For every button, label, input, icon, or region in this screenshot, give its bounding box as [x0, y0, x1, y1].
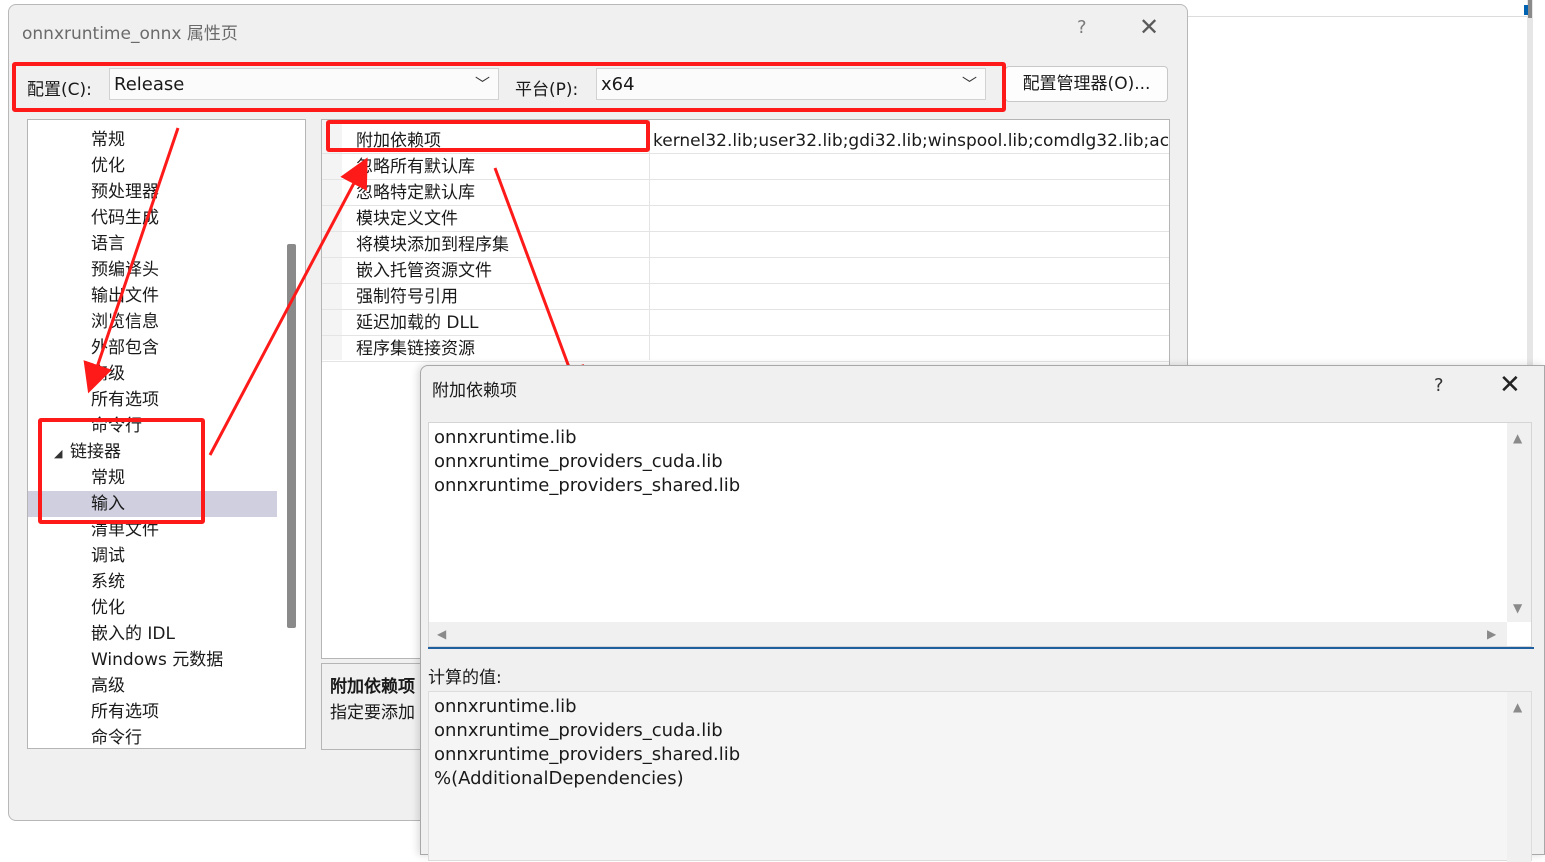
tree-scrollbar-thumb[interactable]: [287, 244, 296, 628]
tree-item[interactable]: 嵌入的 IDL: [91, 621, 175, 647]
property-name: 延迟加载的 DLL: [356, 313, 479, 333]
close-icon[interactable]: ✕: [1139, 13, 1159, 41]
property-name: 将模块添加到程序集: [356, 235, 509, 255]
tree-item-label: 高级: [91, 364, 125, 384]
tree-item-label: 系统: [91, 572, 125, 592]
tree-item[interactable]: Windows 元数据: [91, 647, 223, 673]
tree-item-label: 高级: [91, 676, 125, 696]
property-row[interactable]: 忽略所有默认库: [322, 154, 1169, 180]
scroll-right-icon[interactable]: ▶: [1487, 627, 1496, 641]
tree-item-label: 常规: [91, 130, 125, 150]
property-row[interactable]: 将模块添加到程序集: [322, 232, 1169, 258]
tree-item[interactable]: 调试: [91, 543, 125, 569]
text-line: onnxruntime.lib: [434, 696, 577, 717]
text-line: onnxruntime.lib: [434, 427, 577, 448]
tree-item-label: 输出文件: [91, 286, 159, 306]
tree-item[interactable]: 系统: [91, 569, 125, 595]
property-row[interactable]: 嵌入托管资源文件: [322, 258, 1169, 284]
additional-dependencies-dialog: 附加依赖项 ? ✕ onnxruntime.lib onnxruntime_pro…: [420, 365, 1545, 862]
tree-item[interactable]: 代码生成: [91, 205, 159, 231]
tree-item[interactable]: 预处理器: [91, 179, 159, 205]
annotation-box-additional-deps: [326, 120, 650, 152]
config-manager-button[interactable]: 配置管理器(O)...: [1005, 66, 1168, 102]
property-name: 程序集链接资源: [356, 339, 475, 359]
property-name: 模块定义文件: [356, 209, 458, 229]
tree-item[interactable]: 预编译头: [91, 257, 159, 283]
property-row[interactable]: 程序集链接资源: [322, 336, 1169, 362]
tree-item-label: 优化: [91, 156, 125, 176]
editor-horizontal-scrollbar[interactable]: ◀ ▶: [429, 622, 1507, 646]
property-row[interactable]: 模块定义文件: [322, 206, 1169, 232]
description-title: 附加依赖项: [330, 677, 415, 697]
property-name: 嵌入托管资源文件: [356, 261, 492, 281]
tree-item-label: 命令行: [91, 728, 142, 748]
computed-value-label: 计算的值:: [428, 668, 502, 688]
close-icon[interactable]: ✕: [1499, 370, 1521, 400]
scroll-up-icon[interactable]: ▲: [1513, 431, 1522, 445]
dependencies-lines: onnxruntime.lib onnxruntime_providers_cud…: [434, 426, 740, 498]
tree-item-label: Windows 元数据: [91, 650, 224, 670]
computed-value-box: onnxruntime.lib onnxruntime_providers_cud…: [428, 691, 1532, 862]
background-window-edge: [1187, 0, 1527, 17]
scroll-down-icon[interactable]: ▼: [1513, 601, 1522, 615]
dialog-title: onnxruntime_onnx 属性页: [22, 24, 238, 44]
tree-item-label: 嵌入的 IDL: [91, 624, 175, 644]
tree-item[interactable]: 常规: [91, 127, 125, 153]
tree-item[interactable]: 输出文件: [91, 283, 159, 309]
help-icon[interactable]: ?: [1077, 17, 1087, 38]
tree-item-label: 代码生成: [91, 208, 159, 228]
text-line: onnxruntime_providers_cuda.lib: [434, 720, 723, 741]
dependencies-editor[interactable]: onnxruntime.lib onnxruntime_providers_cud…: [428, 422, 1532, 647]
popup-title: 附加依赖项: [432, 381, 517, 401]
tree-item[interactable]: 命令行: [91, 725, 142, 748]
computed-vertical-scrollbar[interactable]: ▲: [1507, 692, 1531, 862]
text-line: onnxruntime_providers_shared.lib: [434, 744, 741, 765]
description-text: 指定要添加: [330, 703, 415, 723]
text-line: %(AdditionalDependencies): [434, 768, 684, 789]
tree-item[interactable]: 外部包含: [91, 335, 159, 361]
tree-item-label: 语言: [91, 234, 125, 254]
scroll-left-icon[interactable]: ◀: [437, 627, 446, 641]
editor-focus-underline: [428, 647, 1534, 649]
background-scrollbar-thumb[interactable]: [1528, 0, 1532, 18]
tree-item-label: 浏览信息: [91, 312, 159, 332]
tree-item[interactable]: 高级: [91, 361, 125, 387]
tree-item[interactable]: 所有选项: [91, 387, 159, 413]
tree-item[interactable]: 所有选项: [91, 699, 159, 725]
tree-item-label: 所有选项: [91, 702, 159, 722]
tree-item-label: 预编译头: [91, 260, 159, 280]
tree-item[interactable]: 浏览信息: [91, 309, 159, 335]
tree-item-label: 所有选项: [91, 390, 159, 410]
property-name: 忽略所有默认库: [356, 157, 475, 177]
tree-item-label: 优化: [91, 598, 125, 618]
tree-item-label: 调试: [91, 546, 125, 566]
text-line: onnxruntime_providers_cuda.lib: [434, 451, 723, 472]
tree-item-label: 预处理器: [91, 182, 159, 202]
property-row[interactable]: 延迟加载的 DLL: [322, 310, 1169, 336]
tree-item[interactable]: 高级: [91, 673, 125, 699]
editor-vertical-scrollbar[interactable]: ▲ ▼: [1507, 423, 1531, 622]
annotation-box-linker-input: [38, 418, 205, 524]
tree-item[interactable]: 优化: [91, 595, 125, 621]
property-row[interactable]: 强制符号引用: [322, 284, 1169, 310]
property-name: 强制符号引用: [356, 287, 458, 307]
property-name: 忽略特定默认库: [356, 183, 475, 203]
tree-item[interactable]: 语言: [91, 231, 125, 257]
tree-item-label: 外部包含: [91, 338, 159, 358]
text-line: onnxruntime_providers_shared.lib: [434, 475, 741, 496]
computed-lines: onnxruntime.lib onnxruntime_providers_cud…: [434, 695, 740, 791]
property-row[interactable]: 忽略特定默认库: [322, 180, 1169, 206]
tree-item[interactable]: 优化: [91, 153, 125, 179]
property-value[interactable]: kernel32.lib;user32.lib;gdi32.lib;winspo…: [653, 128, 1169, 154]
scroll-up-icon[interactable]: ▲: [1513, 700, 1522, 714]
background-accent-mark: [1524, 5, 1528, 15]
annotation-box-config: [12, 62, 1006, 112]
help-icon[interactable]: ?: [1434, 375, 1444, 396]
